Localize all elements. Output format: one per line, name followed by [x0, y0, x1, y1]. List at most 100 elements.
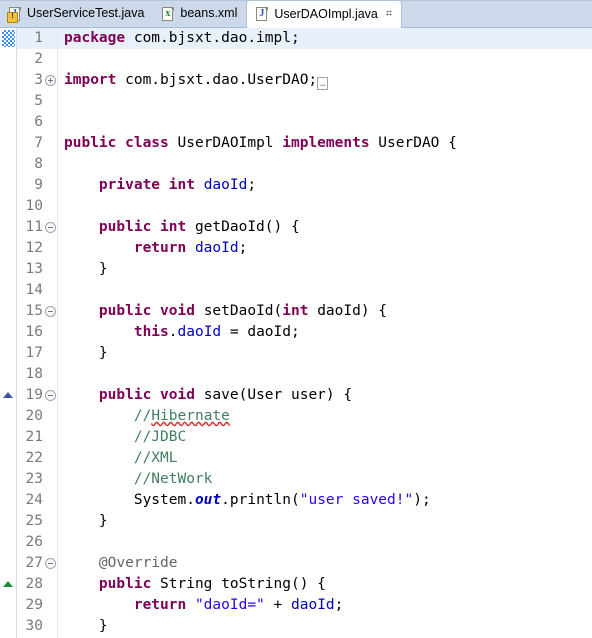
code-text[interactable]: }: [58, 343, 592, 364]
code-text[interactable]: public void setDaoId(int daoId) {: [58, 301, 592, 322]
editor-tab-3[interactable]: J UserDAOImpl.java ⌗: [246, 0, 403, 28]
code-line-20[interactable]: 20 //Hibernate: [0, 406, 592, 427]
annotation-ruler-cell[interactable]: [0, 595, 17, 616]
annotation-ruler-cell[interactable]: [0, 490, 17, 511]
code-line-13[interactable]: 13 }: [0, 259, 592, 280]
annotation-ruler-cell[interactable]: [0, 574, 17, 595]
code-text[interactable]: return daoId;: [58, 238, 592, 259]
fold-column-cell[interactable]: [44, 238, 58, 259]
fold-column-cell[interactable]: [44, 28, 58, 49]
fold-column-cell[interactable]: [44, 70, 58, 91]
collapse-fold-icon[interactable]: [45, 222, 56, 233]
code-lines[interactable]: 1 package com.bjsxt.dao.impl; 2 3 import com…: [0, 28, 592, 638]
fold-column-cell[interactable]: [44, 49, 58, 70]
code-line-2[interactable]: 2: [0, 49, 592, 70]
annotation-ruler-cell[interactable]: [0, 385, 17, 406]
code-line-15[interactable]: 15 public void setDaoId(int daoId) {: [0, 301, 592, 322]
annotation-ruler-cell[interactable]: [0, 196, 17, 217]
fold-column-cell[interactable]: [44, 133, 58, 154]
annotation-ruler-cell[interactable]: [0, 175, 17, 196]
code-line-24[interactable]: 24 System.out.println("user saved!");: [0, 490, 592, 511]
code-line-18[interactable]: 18: [0, 364, 592, 385]
annotation-ruler-cell[interactable]: [0, 406, 17, 427]
code-line-30[interactable]: 30 }: [0, 616, 592, 637]
annotation-ruler-cell[interactable]: [0, 91, 17, 112]
fold-column-cell[interactable]: [44, 175, 58, 196]
annotation-ruler-cell[interactable]: [0, 511, 17, 532]
code-line-7[interactable]: 7 public class UserDAOImpl implements Use…: [0, 133, 592, 154]
code-text[interactable]: [58, 91, 592, 112]
code-line-8[interactable]: 8: [0, 154, 592, 175]
code-line-25[interactable]: 25 }: [0, 511, 592, 532]
annotation-ruler-cell[interactable]: [0, 238, 17, 259]
annotation-ruler-cell[interactable]: [0, 28, 17, 49]
fold-column-cell[interactable]: [44, 532, 58, 553]
annotation-ruler-cell[interactable]: [0, 133, 17, 154]
annotation-ruler-cell[interactable]: [0, 469, 17, 490]
code-text[interactable]: [58, 532, 592, 553]
code-text[interactable]: package com.bjsxt.dao.impl;: [58, 28, 592, 49]
code-text[interactable]: [58, 364, 592, 385]
code-line-29[interactable]: 29 return "daoId=" + daoId;: [0, 595, 592, 616]
code-text[interactable]: [58, 154, 592, 175]
expand-fold-icon[interactable]: [45, 75, 56, 86]
fold-column-cell[interactable]: [44, 448, 58, 469]
annotation-ruler-cell[interactable]: [0, 217, 17, 238]
fold-column-cell[interactable]: [44, 616, 58, 637]
code-line-26[interactable]: 26: [0, 532, 592, 553]
collapse-fold-icon[interactable]: [45, 306, 56, 317]
fold-column-cell[interactable]: [44, 112, 58, 133]
code-text[interactable]: //NetWork: [58, 469, 592, 490]
code-text[interactable]: //Hibernate: [58, 406, 592, 427]
fold-column-cell[interactable]: [44, 490, 58, 511]
code-text[interactable]: [58, 280, 592, 301]
code-text[interactable]: private int daoId;: [58, 175, 592, 196]
code-line-3[interactable]: 3 import com.bjsxt.dao.UserDAO;…: [0, 70, 592, 91]
code-text[interactable]: @Override: [58, 553, 592, 574]
code-line-6[interactable]: 6: [0, 112, 592, 133]
code-line-11[interactable]: 11 public int getDaoId() {: [0, 217, 592, 238]
annotation-ruler-cell[interactable]: [0, 616, 17, 637]
annotation-ruler-cell[interactable]: [0, 154, 17, 175]
annotation-ruler-cell[interactable]: [0, 280, 17, 301]
annotation-ruler-cell[interactable]: [0, 448, 17, 469]
fold-column-cell[interactable]: [44, 511, 58, 532]
annotation-ruler-cell[interactable]: [0, 259, 17, 280]
fold-column-cell[interactable]: [44, 154, 58, 175]
code-line-10[interactable]: 10: [0, 196, 592, 217]
code-text[interactable]: import com.bjsxt.dao.UserDAO;…: [58, 70, 592, 91]
fold-column-cell[interactable]: [44, 259, 58, 280]
code-text[interactable]: public String toString() {: [58, 574, 592, 595]
code-line-9[interactable]: 9 private int daoId;: [0, 175, 592, 196]
code-text[interactable]: }: [58, 616, 592, 637]
code-text[interactable]: [58, 196, 592, 217]
code-line-14[interactable]: 14: [0, 280, 592, 301]
fold-column-cell[interactable]: [44, 364, 58, 385]
code-line-1[interactable]: 1 package com.bjsxt.dao.impl;: [0, 28, 592, 49]
fold-column-cell[interactable]: [44, 343, 58, 364]
fold-column-cell[interactable]: [44, 574, 58, 595]
code-line-27[interactable]: 27 @Override: [0, 553, 592, 574]
annotation-ruler-cell[interactable]: [0, 343, 17, 364]
annotation-ruler-cell[interactable]: [0, 322, 17, 343]
code-line-16[interactable]: 16 this.daoId = daoId;: [0, 322, 592, 343]
code-text[interactable]: public class UserDAOImpl implements User…: [58, 133, 592, 154]
code-text[interactable]: System.out.println("user saved!");: [58, 490, 592, 511]
annotation-ruler-cell[interactable]: [0, 70, 17, 91]
code-line-17[interactable]: 17 }: [0, 343, 592, 364]
code-line-22[interactable]: 22 //XML: [0, 448, 592, 469]
code-text[interactable]: }: [58, 511, 592, 532]
code-text[interactable]: //JDBC: [58, 427, 592, 448]
fold-column-cell[interactable]: [44, 406, 58, 427]
code-text[interactable]: [58, 49, 592, 70]
code-text[interactable]: public int getDaoId() {: [58, 217, 592, 238]
fold-column-cell[interactable]: [44, 469, 58, 490]
collapse-fold-icon[interactable]: [45, 558, 56, 569]
code-editor[interactable]: 1 package com.bjsxt.dao.impl; 2 3 import com…: [0, 28, 592, 638]
code-line-12[interactable]: 12 return daoId;: [0, 238, 592, 259]
code-line-23[interactable]: 23 //NetWork: [0, 469, 592, 490]
fold-column-cell[interactable]: [44, 196, 58, 217]
editor-tab-2[interactable]: x beans.xml: [153, 0, 246, 27]
code-text[interactable]: return "daoId=" + daoId;: [58, 595, 592, 616]
code-line-5[interactable]: 5: [0, 91, 592, 112]
